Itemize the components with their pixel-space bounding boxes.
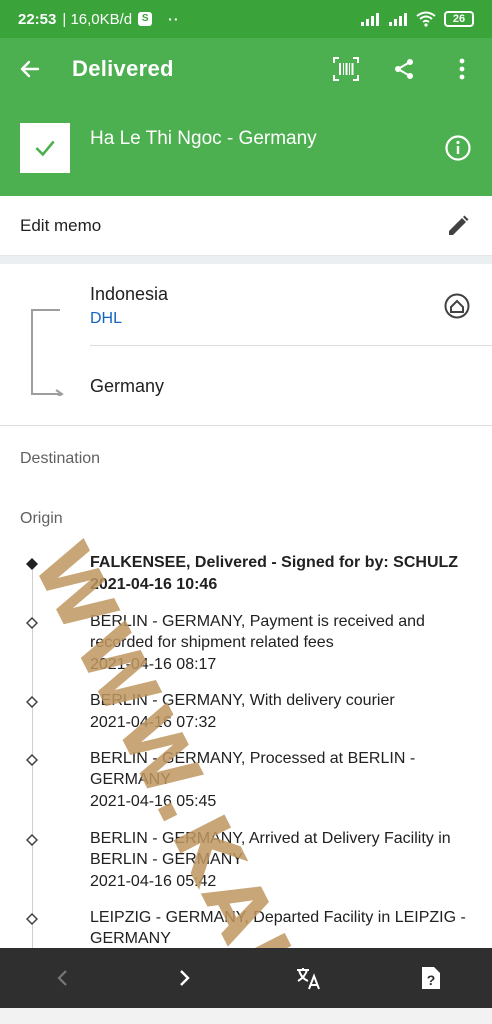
origin-label: Origin xyxy=(20,510,63,527)
status-bar: 22:53 | 16,0KB/d S ·· 26 xyxy=(0,0,492,38)
origin-country: Indonesia xyxy=(90,284,169,304)
event-description: BERLIN - GERMANY, Payment is received an… xyxy=(90,613,425,651)
event-time: 2021-04-16 07:32 xyxy=(90,714,217,731)
chevron-right-icon[interactable] xyxy=(171,964,199,992)
notification-icon: S xyxy=(138,12,153,26)
gesture-bar xyxy=(0,1008,492,1024)
diamond-outline-icon xyxy=(26,913,38,925)
status-time: 22:53 xyxy=(18,10,57,28)
section-separator xyxy=(0,256,492,264)
shipment-header: Ha Le Thi Ngoc - Germany xyxy=(0,100,492,196)
diamond-filled-icon xyxy=(26,558,38,570)
route-bracket-icon xyxy=(31,309,64,396)
recipient-name: Ha Le Thi Ngoc - Germany xyxy=(90,128,317,149)
app-bar-actions xyxy=(332,55,476,83)
edit-memo-row[interactable]: Edit memo xyxy=(0,196,492,256)
event-time: 2021-04-16 05:45 xyxy=(90,793,217,810)
share-icon[interactable] xyxy=(390,55,418,83)
status-left: 22:53 | 16,0KB/d S ·· xyxy=(18,11,179,28)
event-description: BERLIN - GERMANY, With delivery courier xyxy=(90,692,395,709)
event-time: 2021-04-16 08:17 xyxy=(90,656,217,673)
event-time: 2021-04-16 05:42 xyxy=(90,873,217,890)
diamond-outline-icon xyxy=(26,617,38,629)
pencil-icon[interactable] xyxy=(444,212,472,240)
edit-memo-label: Edit memo xyxy=(20,215,102,235)
status-right: 26 xyxy=(360,11,474,27)
event-time: 2021-04-16 10:46 xyxy=(90,576,218,593)
event-description: BERLIN - GERMANY, Arrived at Delivery Fa… xyxy=(90,830,451,868)
page-title: Delivered xyxy=(72,56,174,81)
status-speed: | 16,0KB/d xyxy=(62,10,133,28)
more-vertical-icon[interactable] xyxy=(448,55,476,83)
check-icon xyxy=(20,123,70,173)
battery-icon: 26 xyxy=(444,11,474,27)
chevron-left-icon[interactable] xyxy=(48,964,76,992)
diamond-outline-icon xyxy=(26,834,38,846)
signal-icon-2 xyxy=(389,13,407,26)
status-dots: ·· xyxy=(168,11,180,27)
wifi-icon xyxy=(416,11,436,27)
diamond-outline-icon xyxy=(26,754,38,766)
route-section: Indonesia DHL Germany xyxy=(0,264,492,426)
home-icon[interactable] xyxy=(443,292,471,320)
svg-text:?: ? xyxy=(426,972,435,988)
barcode-scan-icon[interactable] xyxy=(332,55,360,83)
bottom-nav: ? xyxy=(0,948,492,1008)
event-description: BERLIN - GERMANY, Processed at BERLIN - … xyxy=(90,750,416,788)
route-divider xyxy=(90,345,492,346)
tracking-detail-screen: 22:53 | 16,0KB/d S ·· 26 Delivered Ha Le… xyxy=(0,0,492,1024)
help-square-icon[interactable]: ? xyxy=(417,964,445,992)
app-bar: Delivered xyxy=(0,38,492,100)
event-description: FALKENSEE, Delivered - Signed for by: SC… xyxy=(90,554,459,571)
back-arrow-icon[interactable] xyxy=(16,55,44,83)
destination-country: Germany xyxy=(90,376,165,396)
info-icon[interactable] xyxy=(444,134,472,162)
signal-icon xyxy=(361,13,379,26)
event-description: LEIPZIG - GERMANY, Departed Facility in … xyxy=(90,909,466,947)
carrier-link[interactable]: DHL xyxy=(90,310,122,328)
translate-icon[interactable] xyxy=(294,964,322,992)
destination-label: Destination xyxy=(20,450,101,467)
diamond-outline-icon xyxy=(26,696,38,708)
